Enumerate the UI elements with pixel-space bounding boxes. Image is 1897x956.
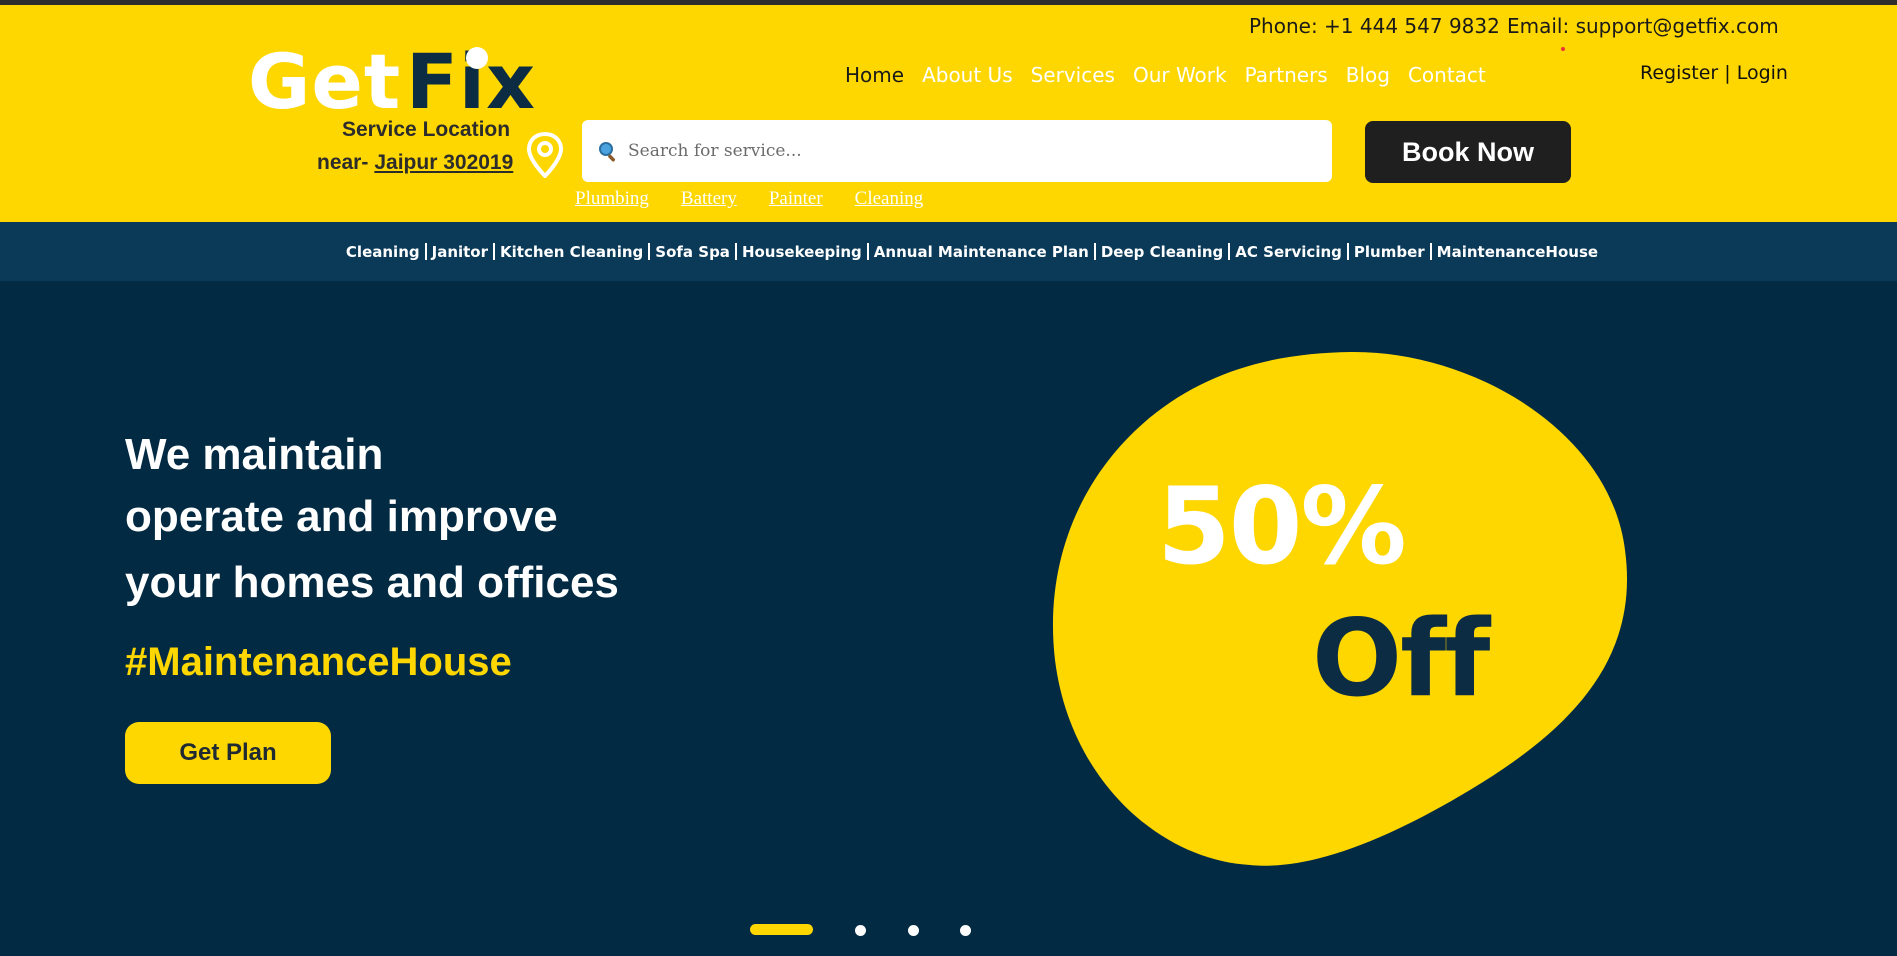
category-separator: [1429, 243, 1432, 260]
promo-off: Off: [1312, 597, 1490, 720]
category-separator: [424, 243, 427, 260]
category-janitor[interactable]: Janitor: [432, 243, 488, 261]
promo-percent: 50%: [1157, 465, 1407, 588]
category-separator: [734, 243, 737, 260]
contact-phone[interactable]: Phone: +1 444 547 9832: [1249, 14, 1500, 38]
location-pin-icon[interactable]: [526, 132, 564, 178]
hero-heading-line3: your homes and offices: [125, 558, 619, 607]
category-separator: [648, 243, 651, 260]
logo-dot: [466, 47, 488, 69]
category-sofa-spa[interactable]: Sofa Spa: [655, 243, 730, 261]
notification-dot: [1561, 47, 1565, 51]
category-separator: [493, 243, 496, 260]
contact-email[interactable]: Email: support@getfix.com: [1507, 14, 1779, 38]
carousel-dot-active[interactable]: [750, 924, 813, 935]
hero-heading-line1: We maintain: [125, 430, 384, 479]
search-icon: [599, 142, 616, 162]
logo[interactable]: Get Fix: [248, 37, 535, 127]
category-annual-maintenance-plan[interactable]: Annual Maintenance Plan: [874, 243, 1089, 261]
auth-links: Register | Login: [1640, 62, 1788, 84]
carousel-dot[interactable]: [960, 925, 971, 936]
carousel-indicators: [750, 924, 1010, 936]
nav-services[interactable]: Services: [1031, 63, 1115, 87]
category-kitchen-cleaning[interactable]: Kitchen Cleaning: [500, 243, 643, 261]
category-separator: [866, 243, 869, 260]
near-label: near-: [317, 151, 369, 174]
site-header: Phone: +1 444 547 9832 Email: support@ge…: [0, 5, 1897, 222]
category-bar: Cleaning Janitor Kitchen Cleaning Sofa S…: [0, 222, 1897, 281]
hero-hashtag: #MaintenanceHouse: [125, 640, 512, 684]
category-cleaning[interactable]: Cleaning: [346, 243, 420, 261]
quick-link-cleaning[interactable]: Cleaning: [855, 188, 924, 210]
main-nav: Home About Us Services Our Work Partners…: [845, 63, 1504, 87]
login-link[interactable]: Login: [1737, 62, 1788, 84]
category-separator: [1228, 243, 1231, 260]
category-separator: [1346, 243, 1349, 260]
category-deep-cleaning[interactable]: Deep Cleaning: [1101, 243, 1223, 261]
category-separator: [1093, 243, 1096, 260]
register-link[interactable]: Register: [1640, 62, 1718, 84]
search-box: [582, 120, 1332, 182]
quick-link-painter[interactable]: Painter: [769, 188, 823, 210]
quick-service-links: Plumbing Battery Painter Cleaning: [575, 188, 955, 210]
nav-about-us[interactable]: About Us: [922, 63, 1013, 87]
nav-partners[interactable]: Partners: [1245, 63, 1328, 87]
carousel-dot[interactable]: [855, 925, 866, 936]
nav-home[interactable]: Home: [845, 63, 904, 87]
nav-blog[interactable]: Blog: [1346, 63, 1390, 87]
carousel-dot[interactable]: [908, 925, 919, 936]
category-maintenancehouse[interactable]: MaintenanceHouse: [1437, 243, 1598, 261]
logo-text-get: Get: [248, 37, 402, 126]
get-plan-button[interactable]: Get Plan: [125, 722, 331, 784]
search-input[interactable]: [626, 140, 1310, 162]
service-location-label: Service Location: [342, 118, 511, 141]
nav-contact[interactable]: Contact: [1408, 63, 1486, 87]
book-now-button[interactable]: Book Now: [1365, 121, 1571, 183]
quick-link-battery[interactable]: Battery: [681, 188, 737, 210]
auth-separator: |: [1718, 62, 1737, 84]
category-ac-servicing[interactable]: AC Servicing: [1235, 243, 1342, 261]
category-housekeeping[interactable]: Housekeeping: [742, 243, 862, 261]
hero-heading-line2: operate and improve: [125, 492, 558, 541]
quick-link-plumbing[interactable]: Plumbing: [575, 188, 649, 210]
service-location-near: near- Jaipur 302019: [317, 151, 513, 175]
nav-our-work[interactable]: Our Work: [1133, 63, 1227, 87]
location-city-link[interactable]: Jaipur 302019: [374, 151, 513, 174]
category-plumber[interactable]: Plumber: [1354, 243, 1425, 261]
